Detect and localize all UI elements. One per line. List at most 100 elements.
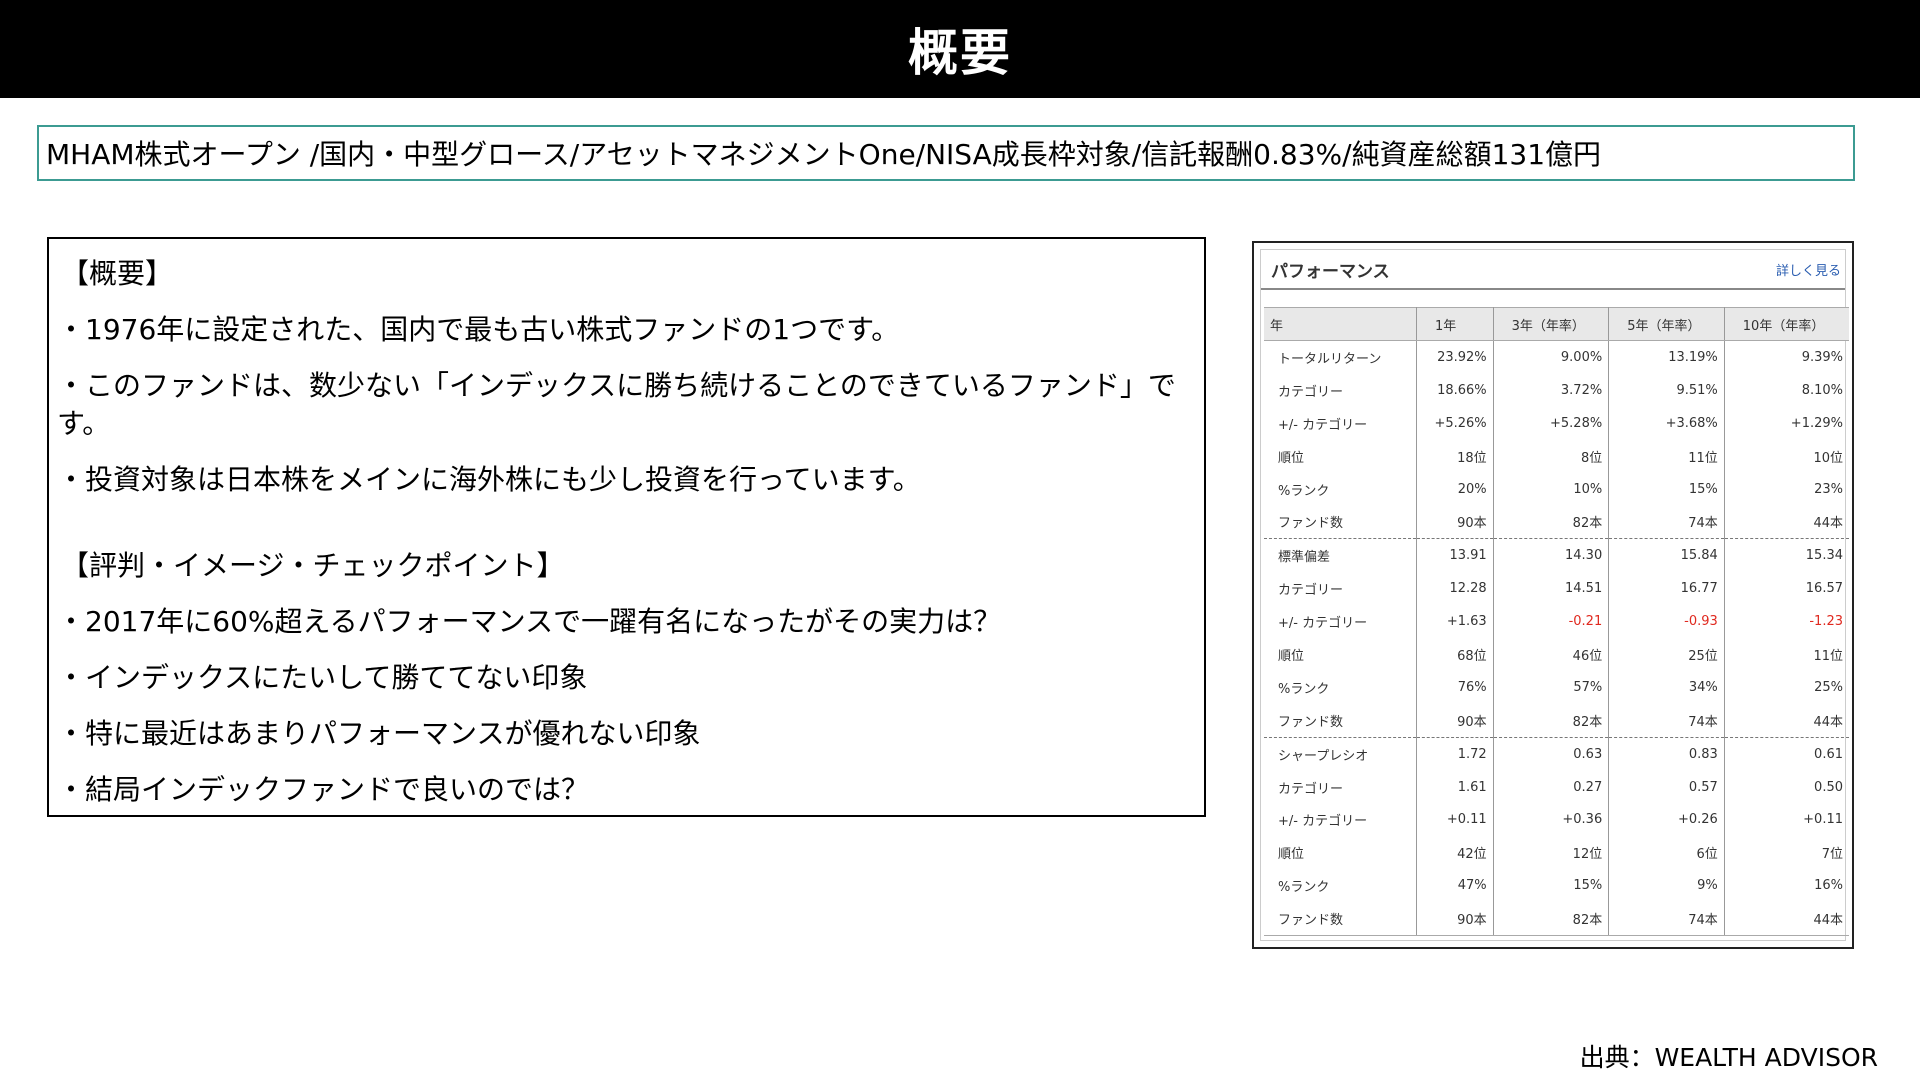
slide-title-bar: 概要	[0, 0, 1920, 98]
row-label: シャープレシオ	[1264, 736, 1417, 771]
performance-title: パフォーマンス	[1271, 261, 1390, 282]
table-row: ファンド数 90本 82本 74本 44本	[1264, 505, 1849, 539]
table-cell: 9.00%	[1493, 340, 1610, 374]
table-cell: 16%	[1814, 878, 1843, 894]
table-cell: 18位	[1416, 439, 1494, 473]
row-label: +/- カテゴリー	[1264, 605, 1417, 639]
table-cell: 90本	[1416, 703, 1494, 738]
table-row: 順位 18位 8位 11位 10位	[1264, 439, 1849, 473]
overview-bullet-3: ・投資対象は日本株をメインに海外株にも少し投資を行っています。	[57, 463, 921, 496]
table-cell: 25%	[1814, 679, 1843, 695]
table-header-row: 年 1年 3年（年率） 5年（年率） 10年（年率）	[1264, 307, 1849, 341]
table-cell: +0.11	[1416, 803, 1494, 837]
table-cell: 0.63	[1493, 736, 1610, 771]
table-cell: 82本	[1493, 902, 1610, 937]
performance-table: 年 1年 3年（年率） 5年（年率） 10年（年率） トータルリターン 23.92…	[1264, 307, 1849, 937]
table-cell: 74本	[1608, 902, 1725, 937]
table-row: トータルリターン 23.92% 9.00% 13.19% 9.39%	[1264, 340, 1849, 374]
table-cell: 74本	[1608, 703, 1725, 738]
table-cell: 20%	[1416, 472, 1494, 506]
column-header-1y: 1年	[1416, 307, 1494, 341]
table-row: ファンド数 90本 82本 74本 44本	[1264, 902, 1849, 937]
table-cell: 13.91	[1416, 538, 1494, 573]
table-cell: 11位	[1813, 648, 1843, 664]
table-cell: 3.72%	[1493, 373, 1610, 407]
table-cell: 0.50	[1814, 779, 1843, 795]
table-cell: +5.26%	[1416, 406, 1494, 440]
reputation-heading: 【評判・イメージ・チェックポイント】	[61, 549, 565, 582]
table-cell: 11位	[1608, 439, 1725, 473]
performance-panel: パフォーマンス 詳しく見る 年 1年 3年（年率） 5年（年率） 10年（年率）…	[1252, 241, 1854, 949]
table-cell: 15%	[1608, 472, 1725, 506]
row-label: カテゴリー	[1264, 373, 1417, 407]
overview-bullet-2: ・このファンドは、数少ない「インデックスに勝ち続けることのできているファンド」で…	[57, 369, 1176, 440]
table-cell: 13.19%	[1608, 340, 1725, 374]
fund-summary-box: MHAM株式オープン /国内・中型グロース/アセットマネジメントOne/NISA…	[37, 125, 1855, 181]
table-cell: 90本	[1416, 902, 1494, 937]
table-cell: +1.29%	[1790, 415, 1843, 431]
table-cell: 6位	[1608, 836, 1725, 870]
overview-heading: 【概要】	[61, 257, 174, 290]
column-header-year: 年	[1264, 307, 1417, 341]
table-cell: 44本	[1813, 516, 1843, 532]
row-label: %ランク	[1264, 869, 1417, 903]
row-label: カテゴリー	[1264, 770, 1417, 804]
table-cell: 76%	[1416, 670, 1494, 704]
column-header-10y: 10年（年率）	[1724, 307, 1849, 341]
table-row: 順位 68位 46位 25位 11位	[1264, 638, 1849, 671]
row-label: +/- カテゴリー	[1264, 803, 1417, 837]
row-label: ファンド数	[1264, 703, 1417, 738]
table-cell: 18.66%	[1416, 373, 1494, 407]
table-cell: 8.10%	[1801, 382, 1843, 398]
table-cell: 74本	[1608, 505, 1725, 539]
table-cell: +5.28%	[1493, 406, 1610, 440]
reputation-bullet-2: ・インデックスにたいして勝ててない印象	[57, 661, 588, 694]
table-cell: 8位	[1493, 439, 1610, 473]
reputation-bullet-1: ・2017年に60%超えるパフォーマンスで一躍有名になったがその実力は？	[57, 605, 1002, 638]
table-cell: 57%	[1493, 670, 1610, 704]
table-cell: 10%	[1493, 472, 1610, 506]
table-cell: 1.72	[1416, 736, 1494, 771]
reputation-bullet-3: ・特に最近はあまりパフォーマンスが優れない印象	[57, 717, 701, 750]
table-cell: 9.39%	[1801, 349, 1843, 365]
table-cell: 82本	[1493, 505, 1610, 539]
table-cell: +0.36	[1493, 803, 1610, 837]
overview-bullet-1: ・1976年に設定された、国内で最も古い株式ファンドの1つです。	[57, 313, 900, 346]
table-cell: 47%	[1416, 869, 1494, 903]
table-row: ファンド数 90本 82本 74本 44本	[1264, 703, 1849, 738]
table-cell: 9%	[1608, 869, 1725, 903]
row-label: ファンド数	[1264, 505, 1417, 539]
table-row: 標準偏差 13.91 14.30 15.84 15.34	[1264, 538, 1849, 573]
table-row: %ランク 47% 15% 9% 16%	[1264, 869, 1849, 903]
row-label: ファンド数	[1264, 902, 1417, 937]
table-cell: 14.51	[1493, 572, 1610, 606]
row-label: +/- カテゴリー	[1264, 406, 1417, 440]
table-row: +/- カテゴリー +5.26% +5.28% +3.68% +1.29%	[1264, 406, 1849, 440]
row-label: 順位	[1264, 439, 1417, 473]
table-cell: 15.34	[1724, 538, 1849, 573]
table-cell: 46位	[1493, 638, 1610, 671]
table-cell: 14.30	[1493, 538, 1610, 573]
table-cell: +0.11	[1803, 812, 1843, 828]
column-header-3y: 3年（年率）	[1493, 307, 1610, 341]
table-cell: 10位	[1813, 450, 1843, 466]
table-cell: 44本	[1813, 714, 1843, 730]
details-link[interactable]: 詳しく見る	[1776, 260, 1841, 279]
column-header-5y: 5年（年率）	[1608, 307, 1725, 341]
table-cell: -0.93	[1608, 605, 1725, 639]
row-label: 順位	[1264, 638, 1417, 671]
table-row: %ランク 76% 57% 34% 25%	[1264, 670, 1849, 704]
row-label: 順位	[1264, 836, 1417, 870]
performance-header: パフォーマンス 詳しく見る	[1261, 250, 1845, 290]
table-cell: 15.84	[1608, 538, 1725, 573]
table-cell: 23%	[1814, 481, 1843, 497]
row-label: %ランク	[1264, 670, 1417, 704]
slide-title: 概要	[908, 24, 1012, 82]
table-cell: 34%	[1608, 670, 1725, 704]
table-cell: 23.92%	[1416, 340, 1494, 374]
table-cell: 16.57	[1805, 581, 1843, 597]
reputation-bullet-4: ・結局インデックファンドで良いのでは？	[57, 773, 590, 806]
table-cell: 0.61	[1724, 736, 1849, 771]
table-cell: 12.28	[1416, 572, 1494, 606]
table-cell: 0.57	[1608, 770, 1725, 804]
